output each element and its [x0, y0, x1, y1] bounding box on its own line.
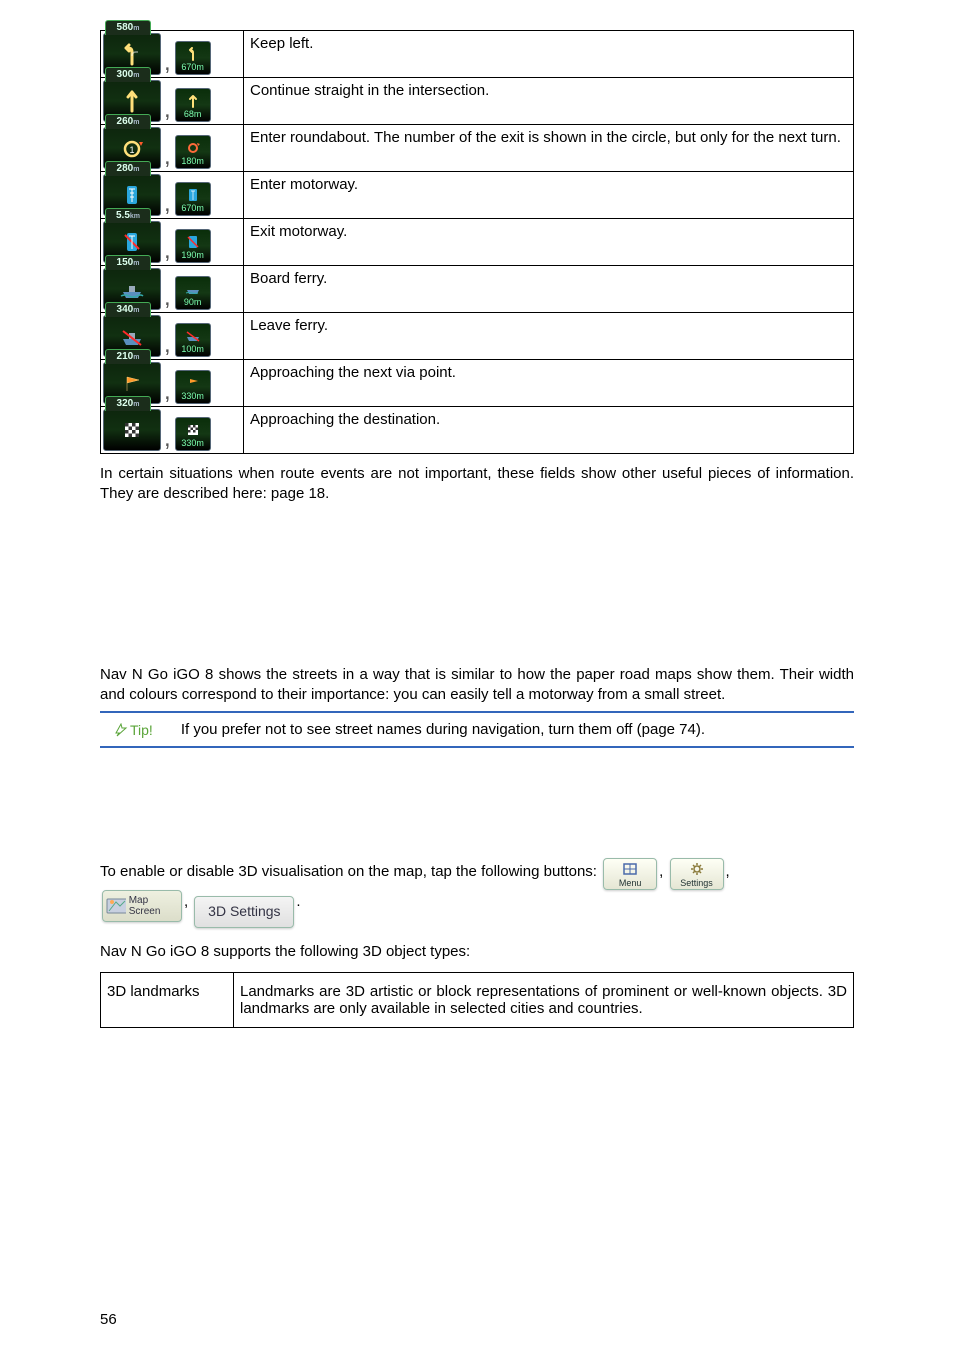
page-number: 56 — [100, 1311, 117, 1328]
menu-button-label: Menu — [608, 879, 652, 889]
icon-description: Exit motorway. — [244, 219, 854, 266]
button-intro-text: To enable or disable 3D visualisation on… — [100, 863, 597, 880]
straight-small-icon: 68m — [175, 88, 211, 122]
destination-small-icon: 330m — [175, 417, 211, 451]
via-point-small-icon: 330m — [175, 370, 211, 404]
separator: , — [659, 863, 667, 880]
separator: , — [726, 863, 730, 880]
settings-button[interactable]: Settings — [670, 858, 724, 890]
menu-button[interactable]: Menu — [603, 858, 657, 890]
icon-description: Continue straight in the intersection. — [244, 78, 854, 125]
settings-button-label: Settings — [675, 879, 719, 889]
icon-description: Keep left. — [244, 31, 854, 78]
roundabout-small-icon: 180m — [175, 135, 211, 169]
leave-ferry-small-icon: 100m — [175, 323, 211, 357]
destination-icon: 320m — [103, 409, 161, 451]
3d-settings-button[interactable]: 3D Settings — [194, 896, 294, 928]
tip-row: Tip! If you prefer not to see street nam… — [100, 711, 854, 748]
icon-description: Approaching the destination. — [244, 407, 854, 454]
board-ferry-small-icon: 90m — [175, 276, 211, 310]
tip-label: Tip! — [114, 722, 153, 738]
enter-motorway-small-icon: 670m — [175, 182, 211, 216]
icon-description: Enter roundabout. The number of the exit… — [244, 125, 854, 172]
separator: , — [184, 893, 192, 910]
paragraph-1: In certain situations when route events … — [100, 464, 854, 505]
icon-description: Leave ferry. — [244, 313, 854, 360]
paragraph-2: Nav N Go iGO 8 shows the streets in a wa… — [100, 665, 854, 706]
settings-icon — [686, 861, 708, 877]
tip-text: If you prefer not to see street names du… — [181, 721, 705, 738]
map-screen-button-label: Map Screen — [129, 895, 177, 917]
icon-description: Board ferry. — [244, 266, 854, 313]
landmark-name-cell: 3D landmarks — [101, 973, 234, 1028]
icon-description: Approaching the next via point. — [244, 360, 854, 407]
menu-icon — [619, 861, 641, 877]
exit-motorway-small-icon: 190m — [175, 229, 211, 263]
map-screen-button[interactable]: Map Screen — [102, 890, 182, 922]
paragraph-3: Nav N Go iGO 8 supports the following 3D… — [100, 942, 854, 962]
button-instruction-row: To enable or disable 3D visualisation on… — [100, 858, 854, 928]
landmark-desc-cell: Landmarks are 3D artistic or block repre… — [234, 973, 854, 1028]
icon-description-table: 580m , 670m Keep left. 300m — [100, 30, 854, 454]
separator: . — [296, 893, 300, 910]
icon-description: Enter motorway. — [244, 172, 854, 219]
landmark-table: 3D landmarks Landmarks are 3D artistic o… — [100, 972, 854, 1028]
svg-text:1: 1 — [129, 145, 134, 155]
map-screen-icon — [106, 896, 126, 916]
keep-left-small-icon: 670m — [175, 41, 211, 75]
